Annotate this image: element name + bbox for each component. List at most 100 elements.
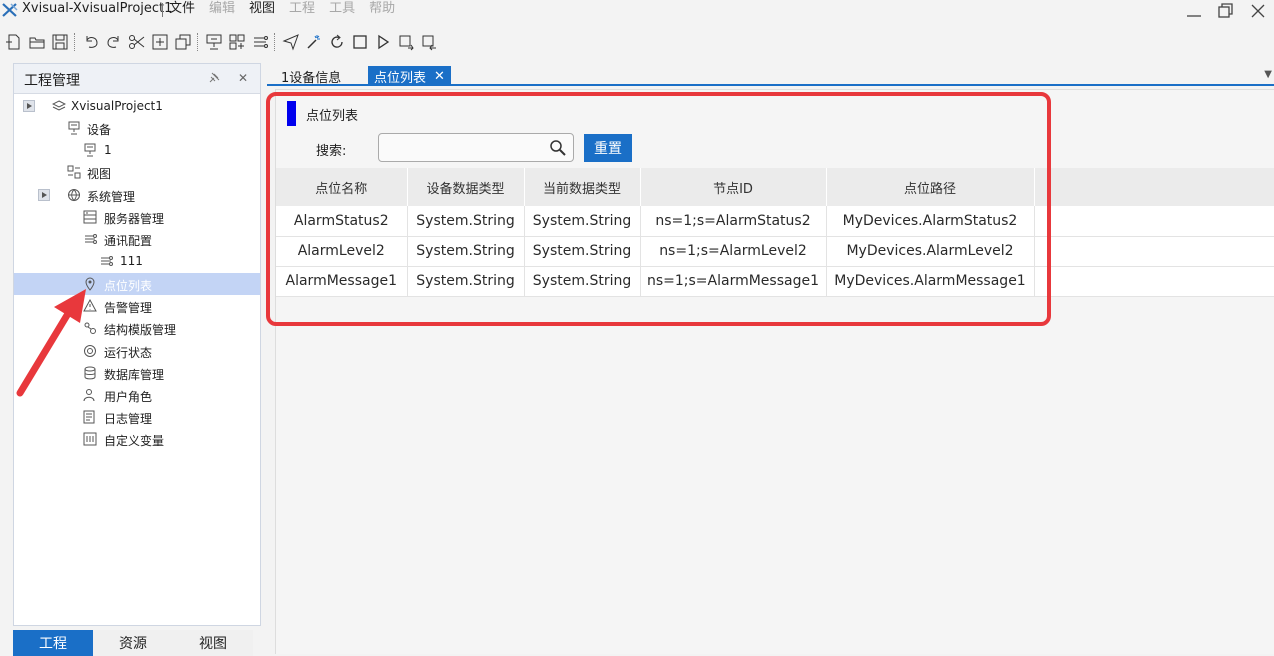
magic-button[interactable] <box>302 30 325 54</box>
menu-bar: 文件 编辑 视图 工程 工具 帮助 <box>169 0 395 18</box>
open-folder-icon <box>29 37 44 49</box>
import-button[interactable] <box>394 30 417 54</box>
tree-item[interactable]: 告警管理 <box>14 295 260 317</box>
table-cell: System.String <box>524 236 641 267</box>
toolbar-separator <box>71 32 79 52</box>
menu-file[interactable]: 文件 <box>169 0 195 18</box>
tab-project[interactable]: 工程 <box>13 630 93 656</box>
table-row[interactable]: AlarmMessage1 System.String System.String n… <box>276 266 1274 297</box>
tree-item-label: 用户角色 <box>104 390 153 404</box>
stop-icon <box>352 35 367 49</box>
table-row[interactable]: AlarmStatus2 System.String System.String ns… <box>276 206 1274 237</box>
tree-item[interactable]: 服务器管理 <box>14 206 260 228</box>
save-icon <box>52 34 67 50</box>
status-icon <box>84 345 96 357</box>
tree-item[interactable]: 运行状态 <box>14 340 260 362</box>
link-button[interactable] <box>248 30 271 54</box>
menu-edit[interactable]: 编辑 <box>209 0 235 18</box>
grid-button[interactable] <box>225 30 248 54</box>
tree-item[interactable]: 通讯配置 <box>14 228 260 250</box>
menu-view[interactable]: 视图 <box>249 0 275 18</box>
tree-item-label: 设备 <box>87 123 112 137</box>
log-icon <box>83 410 95 424</box>
table-cell: MyDevices.AlarmStatus2 <box>826 206 1035 237</box>
export-button[interactable] <box>417 30 440 54</box>
tree-item[interactable]: 结构模版管理 <box>14 317 260 339</box>
column-header[interactable]: 当前数据类型 <box>524 168 641 206</box>
search-icon[interactable] <box>549 139 567 157</box>
refresh-button[interactable] <box>325 30 348 54</box>
run-button[interactable] <box>371 30 394 54</box>
stop-button[interactable] <box>348 30 371 54</box>
tab-point-list[interactable]: 点位列表 ✕ <box>368 66 451 86</box>
tree-item[interactable]: 点位列表 <box>14 273 260 295</box>
tree-item-label: 1 <box>104 143 112 157</box>
tree-item-label: 数据库管理 <box>104 368 165 382</box>
tree-item[interactable]: 数据库管理 <box>14 362 260 384</box>
tree-item-label: 视图 <box>87 167 112 181</box>
table-cell: System.String <box>407 236 525 267</box>
link-icon <box>101 256 113 266</box>
tree-item[interactable]: 设备 <box>14 117 260 139</box>
send-button[interactable] <box>279 30 302 54</box>
table-row[interactable]: AlarmLevel2 System.String System.String ns=… <box>276 236 1274 267</box>
tab-label: 1设备信息 <box>281 70 342 86</box>
search-input[interactable] <box>378 133 574 162</box>
tree-item[interactable]: 视图 <box>14 161 260 183</box>
pin-icon[interactable] <box>208 72 220 84</box>
menu-tools[interactable]: 工具 <box>329 0 355 18</box>
tree-item[interactable]: 系统管理 <box>14 184 260 206</box>
toolbar-separator <box>194 32 202 52</box>
device-icon <box>206 34 221 50</box>
reset-button[interactable]: 重置 <box>584 134 632 162</box>
tree-item[interactable]: XvisualProject1 <box>14 95 260 117</box>
section-marker <box>287 101 296 126</box>
window-title: Xvisual-XvisualProject1 <box>22 1 173 16</box>
tab-resources[interactable]: 资源 <box>93 630 173 656</box>
server-icon <box>83 210 97 224</box>
panel-bottom-tabs: 工程 资源 视图 <box>13 630 253 656</box>
redo-button[interactable] <box>102 30 125 54</box>
export-icon <box>422 35 436 51</box>
close-window-button[interactable] <box>1242 0 1274 22</box>
table-cell: MyDevices.AlarmMessage1 <box>826 266 1035 297</box>
toolbar <box>0 28 1274 56</box>
tab-view[interactable]: 视图 <box>173 630 253 656</box>
tab-device-info[interactable]: 1设备信息 <box>275 66 347 86</box>
expand-arrow-icon[interactable] <box>23 100 35 112</box>
table-cell: System.String <box>524 206 641 237</box>
tree-item[interactable]: 用户角色 <box>14 384 260 406</box>
maximize-button[interactable] <box>1210 0 1242 22</box>
menu-help[interactable]: 帮助 <box>369 0 395 18</box>
tree-item[interactable]: 111 <box>14 250 260 272</box>
add-button[interactable] <box>148 30 171 54</box>
save-button[interactable] <box>48 30 71 54</box>
table-cell: MyDevices.AlarmLevel2 <box>826 236 1035 267</box>
tree-item[interactable]: 1 <box>14 139 260 161</box>
minimize-button[interactable] <box>1178 0 1210 22</box>
expand-arrow-icon[interactable] <box>38 189 50 201</box>
warning-icon <box>83 299 97 312</box>
close-icon[interactable]: ✕ <box>238 71 248 85</box>
column-header[interactable]: 点位路径 <box>826 168 1035 206</box>
title-bar: Xvisual-XvisualProject1 文件 编辑 视图 工程 工具 帮… <box>0 0 1274 22</box>
link-icon <box>253 36 268 48</box>
device-button[interactable] <box>202 30 225 54</box>
column-header[interactable]: 点位名称 <box>276 168 408 206</box>
open-folder-button[interactable] <box>25 30 48 54</box>
cut-button[interactable] <box>125 30 148 54</box>
tree-item[interactable]: 自定义变量 <box>14 428 260 450</box>
tab-dropdown-icon[interactable]: ▼ <box>1264 69 1272 80</box>
column-header[interactable]: 节点ID <box>640 168 827 206</box>
table-cell: AlarmLevel2 <box>276 236 408 267</box>
new-file-button[interactable] <box>2 30 25 54</box>
row-filler <box>1034 206 1274 237</box>
tree-item[interactable]: 日志管理 <box>14 406 260 428</box>
close-tab-icon[interactable]: ✕ <box>434 69 445 84</box>
menu-project[interactable]: 工程 <box>289 0 315 18</box>
copy-button[interactable] <box>171 30 194 54</box>
undo-button[interactable] <box>79 30 102 54</box>
tree-item-label: 结构模版管理 <box>104 323 177 337</box>
device-icon <box>84 143 96 157</box>
column-header[interactable]: 设备数据类型 <box>407 168 525 206</box>
